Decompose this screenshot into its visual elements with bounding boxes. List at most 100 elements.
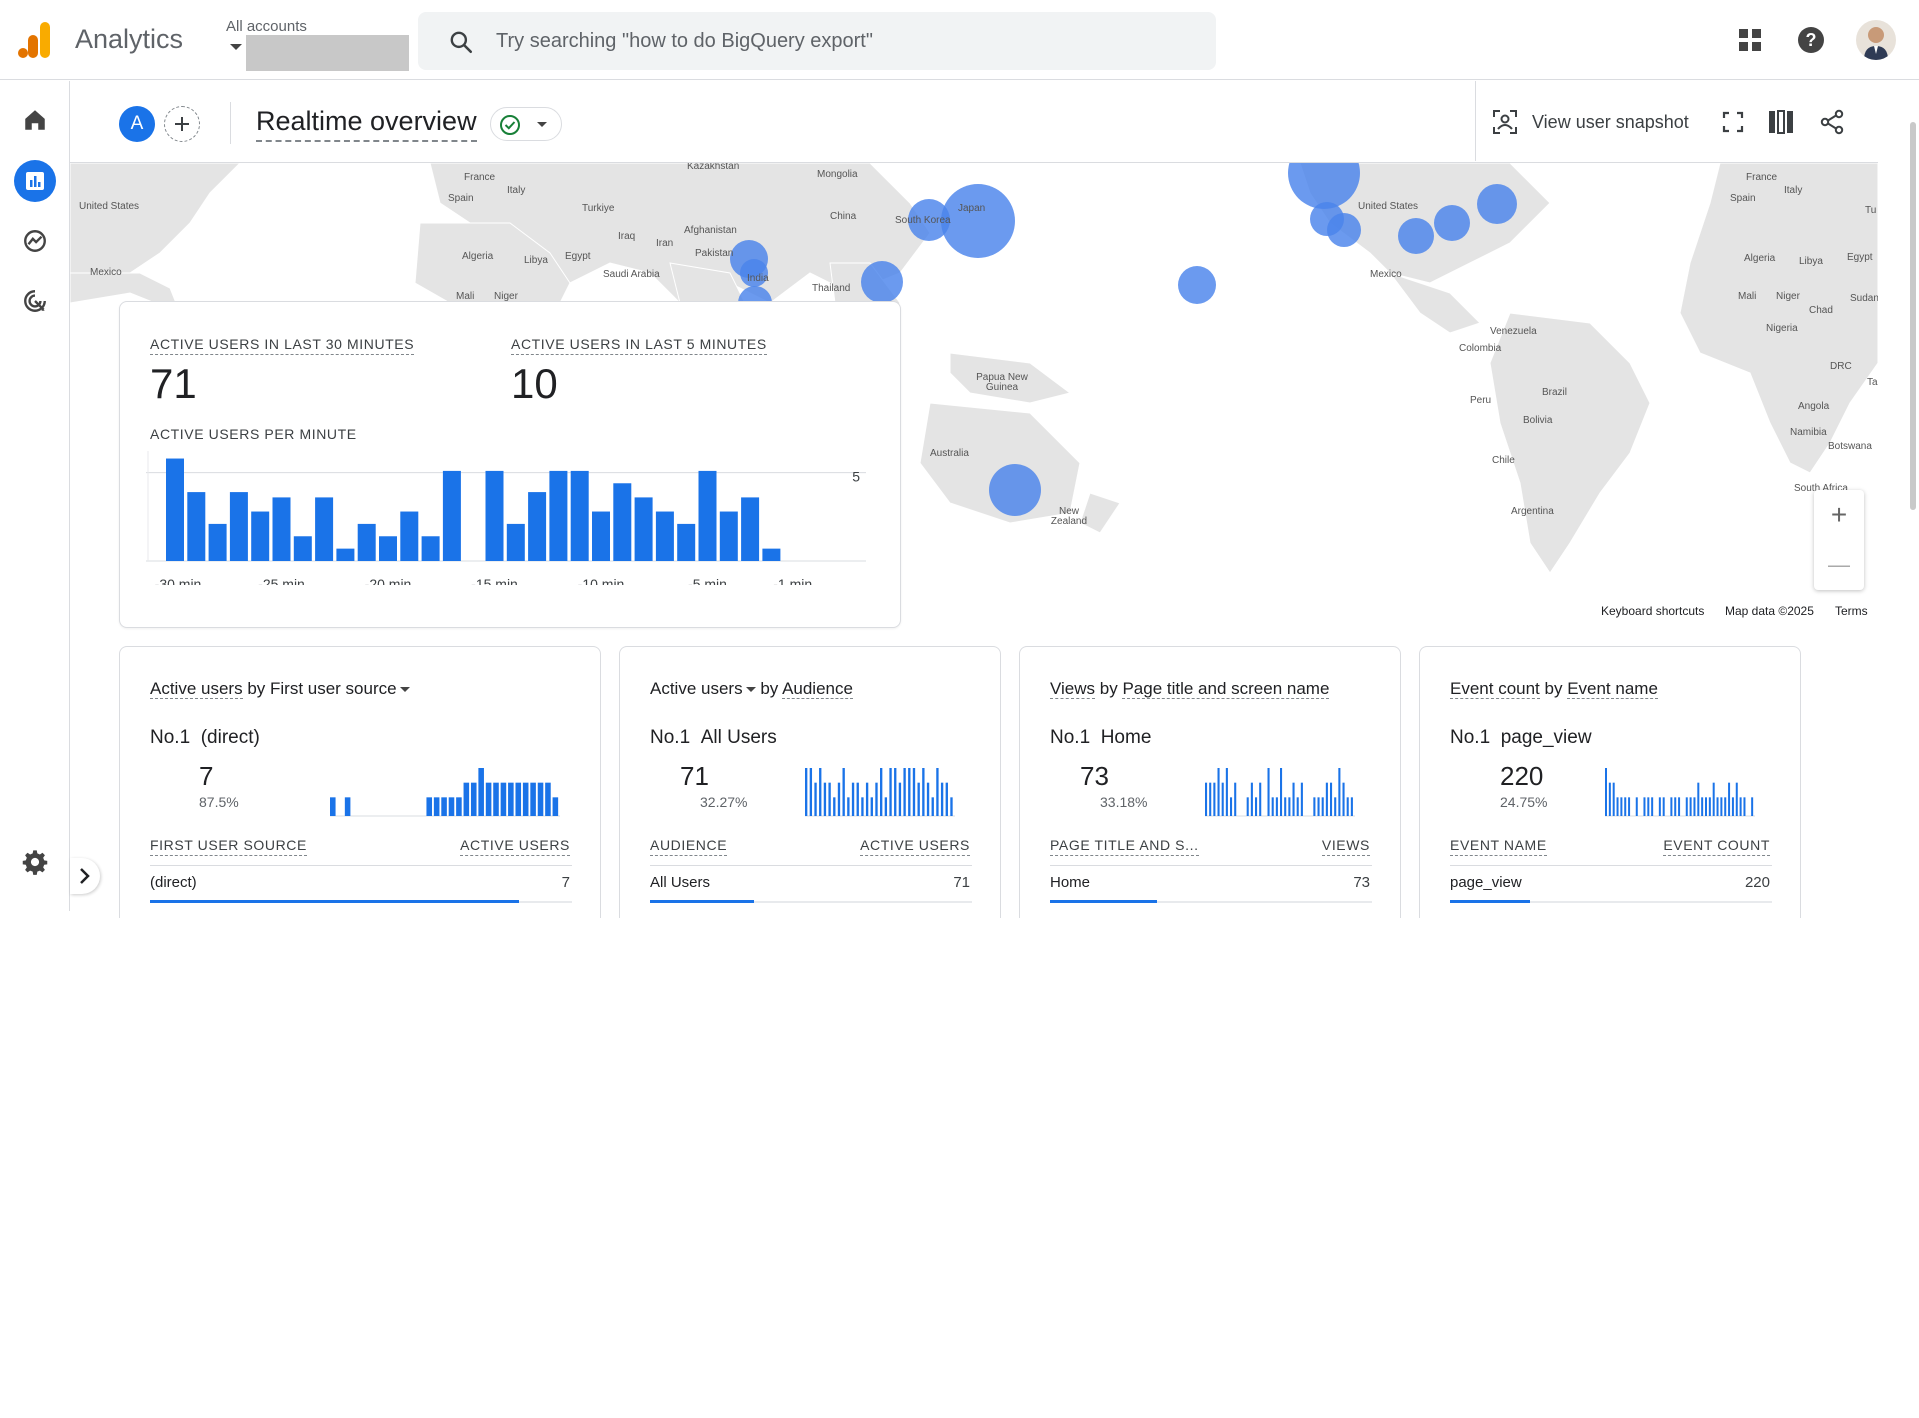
share-icon[interactable] [1816, 106, 1848, 138]
user-avatar[interactable] [1856, 20, 1896, 60]
per-minute-bar[interactable] [400, 511, 419, 561]
card-sparkline[interactable] [1205, 767, 1355, 817]
advertising-icon[interactable] [14, 280, 56, 322]
per-minute-bar[interactable] [741, 497, 760, 561]
card-row-label[interactable]: All Users [650, 874, 710, 891]
per-minute-bar[interactable] [570, 470, 589, 561]
active-users-per-minute-chart[interactable]: 5 -30 min -25 min -20 min -15 min -10 min -5 m… [146, 445, 876, 585]
sparkline-bar [814, 782, 817, 816]
per-minute-bar[interactable] [251, 511, 270, 561]
per-minute-bar[interactable] [421, 536, 440, 561]
per-minute-bar[interactable] [357, 523, 376, 561]
card-row-label[interactable]: (direct) [150, 874, 197, 891]
chevron-down-icon[interactable] [399, 687, 410, 693]
top-app-bar: Analytics All accounts ? [0, 0, 1919, 80]
card-metric[interactable]: Active users [650, 679, 743, 698]
report-status-dropdown[interactable] [490, 107, 562, 141]
sparkline-bar [1321, 797, 1324, 816]
explore-icon[interactable] [14, 220, 56, 262]
card-sparkline[interactable] [805, 767, 955, 817]
per-minute-bar[interactable] [187, 492, 206, 561]
per-minute-bar[interactable] [719, 511, 738, 561]
zoom-in-button[interactable]: + [1814, 490, 1864, 540]
page-scrollbar[interactable] [1910, 122, 1916, 510]
card-metric[interactable]: Active users [150, 679, 243, 699]
terms-link[interactable]: Terms [1835, 604, 1868, 618]
kpi-5min-label[interactable]: ACTIVE USERS IN LAST 5 MINUTES [511, 336, 767, 355]
home-icon[interactable] [14, 99, 56, 141]
analytics-logo-icon[interactable] [18, 22, 52, 58]
card-sparkline[interactable] [1605, 767, 1755, 817]
card-column-right-header[interactable]: ACTIVE USERS [860, 837, 970, 856]
per-minute-bar[interactable] [613, 483, 632, 561]
card-top-percent: 32.27% [700, 794, 748, 810]
per-minute-bar[interactable] [506, 523, 525, 561]
fullscreen-icon[interactable] [1717, 106, 1749, 138]
zoom-out-button[interactable]: — [1814, 540, 1864, 590]
sparkline-bar [522, 782, 529, 816]
card-dimension[interactable]: Audience [782, 679, 853, 699]
per-minute-bar[interactable] [379, 536, 397, 561]
card-dimension[interactable]: First user source [270, 679, 397, 698]
expand-nav-button[interactable] [70, 858, 100, 894]
card-metric[interactable]: Event count [1450, 679, 1540, 699]
per-minute-bar[interactable] [272, 497, 291, 561]
card-row-bar [1450, 900, 1530, 903]
view-user-snapshot-button[interactable]: View user snapshot [1492, 104, 1689, 140]
card-column-right-header[interactable]: ACTIVE USERS [460, 837, 570, 856]
help-icon[interactable]: ? [1795, 24, 1827, 56]
per-minute-bar[interactable] [528, 492, 547, 561]
compare-columns-icon[interactable] [1765, 106, 1797, 138]
per-minute-bar[interactable] [315, 497, 334, 561]
kpi-30min-label[interactable]: ACTIVE USERS IN LAST 30 MINUTES [150, 336, 415, 355]
card-column-left-header[interactable]: EVENT NAME [1450, 837, 1547, 856]
sparkline-bar [1205, 782, 1208, 816]
card-column-left-header[interactable]: AUDIENCE [650, 837, 728, 856]
per-minute-bar[interactable] [485, 470, 504, 561]
search-bar[interactable] [418, 12, 1216, 70]
apps-grid-icon[interactable] [1734, 24, 1766, 56]
user-snapshot-icon [1493, 110, 1517, 134]
per-minute-bar[interactable] [677, 523, 696, 561]
per-minute-bar[interactable] [229, 492, 248, 561]
per-minute-bar[interactable] [293, 536, 312, 561]
per-minute-bar[interactable] [762, 548, 781, 561]
per-minute-bar[interactable] [698, 470, 717, 561]
sparkline-bar [889, 768, 892, 816]
account-selector[interactable]: All accounts [226, 18, 409, 71]
sparkline-bar [875, 782, 878, 816]
card-column-right-header[interactable]: EVENT COUNT [1663, 837, 1770, 856]
card-column-left-header[interactable]: FIRST USER SOURCE [150, 837, 307, 856]
card-row-value: 7 [561, 874, 570, 891]
card-row-label[interactable]: page_view [1450, 874, 1522, 891]
sparkline-bar [1217, 768, 1220, 816]
card-dimension[interactable]: Event name [1567, 679, 1658, 699]
per-minute-bar[interactable] [549, 470, 568, 561]
reports-icon[interactable] [14, 160, 56, 202]
per-minute-bar[interactable] [634, 497, 653, 561]
per-minute-bar[interactable] [336, 548, 355, 561]
per-minute-bar[interactable] [208, 523, 227, 561]
sparkline-bar [493, 782, 499, 816]
card-top-item: No.1 All Users [650, 727, 777, 749]
card-column-left-header[interactable]: PAGE TITLE AND S... [1050, 837, 1199, 856]
card-column-right-header[interactable]: VIEWS [1321, 837, 1370, 856]
per-minute-bar[interactable] [592, 511, 610, 561]
sparkline-bar [1735, 782, 1738, 816]
card-row-label[interactable]: Home [1050, 874, 1090, 891]
sparkline-bar [1288, 797, 1291, 816]
keyboard-shortcuts-link[interactable]: Keyboard shortcuts [1601, 604, 1704, 618]
card-dimension[interactable]: Page title and screen name [1122, 679, 1330, 699]
settings-gear-icon[interactable] [14, 841, 56, 883]
card-sparkline[interactable] [330, 767, 560, 817]
add-comparison-button[interactable] [164, 106, 200, 142]
comparison-avatar-a[interactable]: A [119, 106, 155, 142]
per-minute-bar[interactable] [166, 458, 184, 561]
per-minute-bar[interactable] [655, 511, 674, 561]
sparkline-bar [940, 782, 944, 816]
chevron-down-icon[interactable] [745, 687, 756, 693]
page-title[interactable]: Realtime overview [256, 104, 477, 142]
per-minute-bar[interactable] [442, 470, 461, 561]
card-metric[interactable]: Views [1050, 679, 1096, 699]
search-input[interactable] [496, 12, 1196, 70]
